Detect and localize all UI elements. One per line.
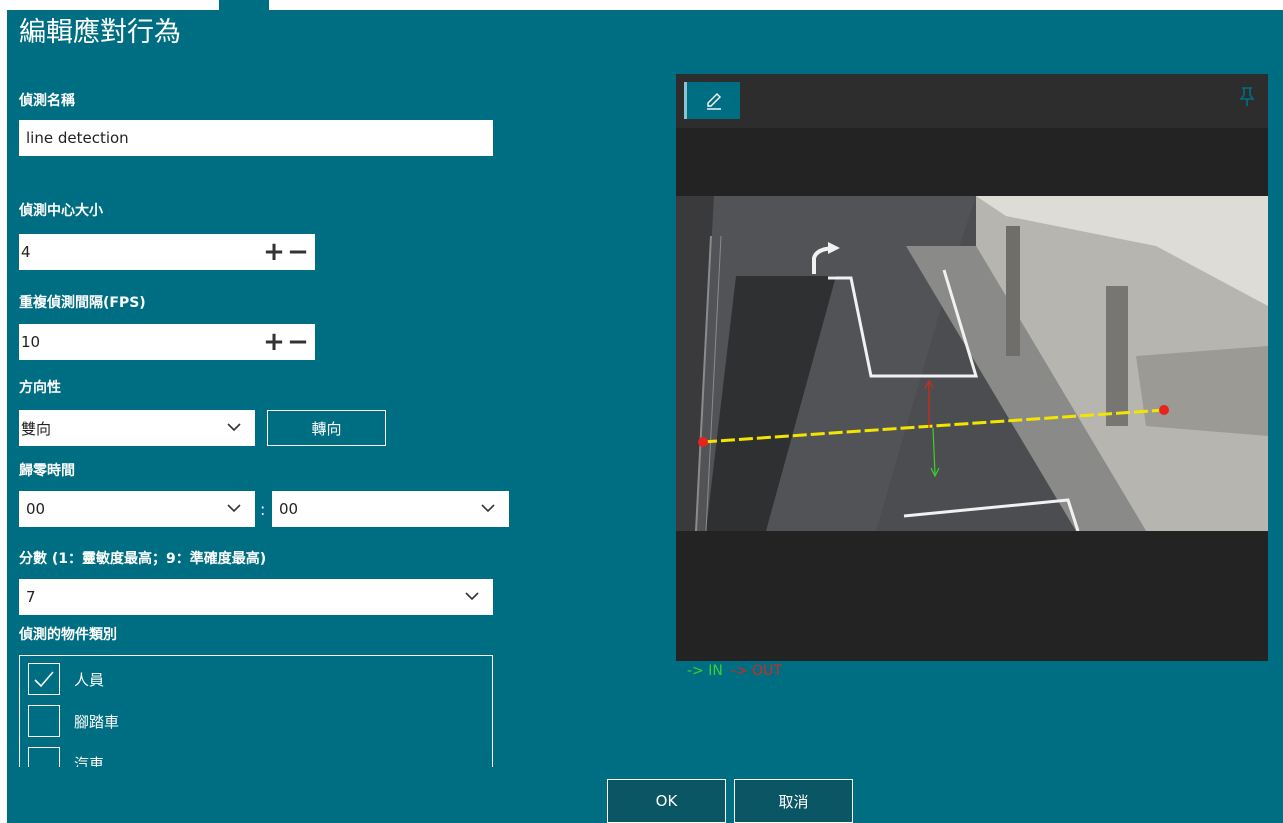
- object-classes-label: 偵測的物件類別: [19, 627, 117, 643]
- checkbox-unchecked[interactable]: [28, 705, 60, 737]
- reset-time-label: 歸零時間: [19, 463, 75, 479]
- score-select[interactable]: 7: [19, 579, 493, 615]
- chevron-down-icon: [227, 504, 241, 513]
- checkbox-unchecked[interactable]: [28, 747, 60, 767]
- repeat-interval-increment-button[interactable]: +: [262, 324, 286, 360]
- direction-label: 方向性: [19, 380, 61, 396]
- reset-time-hours-select[interactable]: 00: [19, 491, 255, 527]
- pin-button[interactable]: [1236, 86, 1258, 108]
- ok-button[interactable]: OK: [607, 779, 726, 823]
- cancel-button[interactable]: 取消: [734, 779, 853, 823]
- object-class-bicycle[interactable]: 腳踏車: [28, 704, 119, 738]
- center-size-label: 偵測中心大小: [19, 203, 103, 219]
- repeat-interval-stepper[interactable]: 10 + −: [19, 324, 315, 360]
- direction-select[interactable]: 雙向: [19, 410, 255, 446]
- direction-legend: -> IN -> OUT: [687, 663, 782, 679]
- detection-name-label: 偵測名稱: [19, 93, 75, 109]
- reverse-direction-button[interactable]: 轉向: [267, 410, 386, 446]
- object-class-label: 人員: [74, 670, 105, 689]
- score-label: 分數 (1：靈敏度最高；9：準確度最高): [19, 551, 267, 567]
- legend-out: -> OUT: [730, 663, 782, 679]
- center-size-value: 4: [21, 243, 31, 261]
- center-size-increment-button[interactable]: +: [262, 234, 286, 270]
- preview-toolbar: [676, 74, 1268, 128]
- camera-preview-panel: [676, 74, 1268, 661]
- object-classes-list[interactable]: 人員 腳踏車 汽車: [19, 655, 493, 767]
- center-size-stepper[interactable]: 4 + −: [19, 234, 315, 270]
- direction-value: 雙向: [21, 419, 52, 438]
- repeat-interval-value: 10: [21, 333, 41, 351]
- top-tab-indicator: [219, 0, 269, 10]
- reset-time-separator: :: [260, 500, 266, 519]
- checkmark-icon: [34, 671, 54, 688]
- reset-time-minutes-value: 00: [279, 500, 299, 518]
- chevron-down-icon: [481, 504, 495, 513]
- pencil-icon: [706, 92, 721, 110]
- object-class-label: 汽車: [74, 754, 105, 768]
- checkbox-checked[interactable]: [28, 663, 60, 695]
- center-size-decrement-button[interactable]: −: [286, 234, 310, 270]
- reset-time-hours-value: 00: [26, 500, 46, 518]
- detection-name-input[interactable]: line detection: [19, 120, 493, 156]
- object-class-car[interactable]: 汽車: [28, 746, 104, 767]
- detection-name-value: line detection: [26, 129, 129, 147]
- camera-frame-image[interactable]: [676, 196, 1268, 531]
- chevron-down-icon: [227, 423, 241, 432]
- dialog-title: 編輯應對行為: [19, 17, 181, 48]
- edit-response-dialog: 編輯應對行為 偵測名稱 line detection 偵測中心大小 4 + − …: [7, 10, 1283, 823]
- object-class-person[interactable]: 人員: [28, 662, 104, 696]
- pin-icon: [1239, 87, 1255, 106]
- repeat-interval-label: 重複偵測間隔(FPS): [19, 295, 146, 311]
- chevron-down-icon: [465, 592, 479, 601]
- object-class-label: 腳踏車: [74, 712, 120, 731]
- reset-time-minutes-select[interactable]: 00: [272, 491, 509, 527]
- legend-in: -> IN: [687, 663, 723, 679]
- score-value: 7: [26, 588, 36, 606]
- edit-line-button[interactable]: [684, 82, 740, 119]
- repeat-interval-decrement-button[interactable]: −: [286, 324, 310, 360]
